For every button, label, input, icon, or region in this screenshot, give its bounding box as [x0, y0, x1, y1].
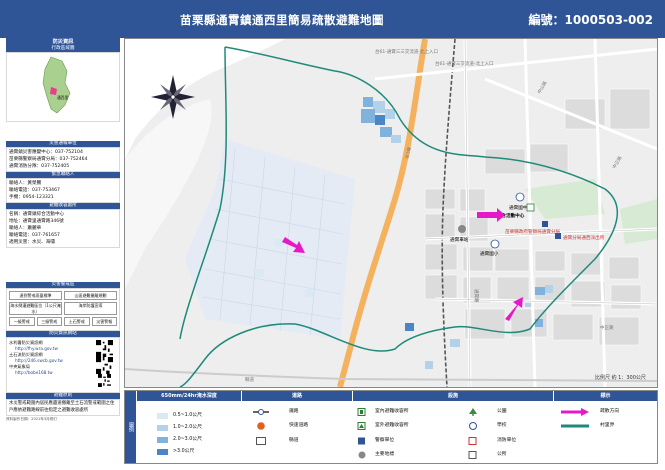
contact-item: 苗栗縣警察局通霄分局：037-752464 — [9, 157, 88, 162]
outdoor-shelter-icon — [357, 422, 366, 430]
flood-class: 1.0~2.0公尺 — [173, 425, 202, 430]
village-boundary-icon — [561, 424, 589, 428]
shelter-item: 適用災害：水災、海嘯 — [9, 240, 55, 245]
township-shape-icon — [42, 56, 71, 114]
police-icon — [358, 437, 365, 445]
facility-item: 公園 — [497, 409, 507, 414]
facility-item: 主要地標 — [375, 452, 395, 457]
facility-item: 消防單位 — [497, 438, 517, 443]
qr-code-icon — [96, 357, 113, 374]
road-label: 中正路 — [600, 324, 614, 331]
map-page: 苗栗縣通霄鎮通西里簡易疏散避難地圖 編號：1000503-002 防災資訊 行政… — [0, 0, 665, 470]
links-box: 水利署防災資訊網 http://fhy.wra.gov.tw 土石流防災資訊網 … — [6, 337, 120, 393]
landmark-icon — [358, 451, 366, 459]
township-office-icon — [468, 451, 477, 459]
warning-cell: 海水倒灌避難區位（1公尺淹水） — [9, 302, 62, 315]
road-legend-title: 道路 — [242, 391, 352, 401]
school-icon — [469, 422, 477, 430]
page-title: 苗栗縣通霄鎮通西里簡易疏散避難地圖 — [180, 13, 384, 27]
shelter-item: 聯絡電話：037-761657 — [9, 233, 60, 238]
warning-cell: 海岸防護宣導 — [64, 302, 117, 315]
disaster-info-heading: 防災資訊 — [6, 38, 120, 46]
qr-code-icon — [98, 374, 111, 387]
park-icon — [469, 408, 477, 416]
facility-legend-title: 設施 — [353, 391, 553, 401]
road-label: 台61-通霄三三交流道-北上入口 — [375, 48, 438, 55]
road-label: 通霄路 — [473, 289, 480, 303]
facility-item: 學校 — [497, 423, 507, 428]
county-road-icon — [256, 437, 266, 445]
facility-item: 公所 — [497, 452, 507, 457]
flood-legend-title: 650mm/24hr淹水深度 — [137, 391, 241, 401]
map-frame[interactable]: 台61-通霄三三交流道-北上入口 台61-通霄三交流道-北上入口 中山路 中正路… — [124, 38, 658, 388]
road-item: 快速道路 — [289, 423, 309, 428]
warning-cell: 災害警報 — [91, 317, 117, 326]
footnote: 資料製作日期：2021年3月修訂 — [6, 417, 57, 421]
scale-label: 比例尺 約 1：300公尺 — [595, 374, 646, 381]
mark-legend-title: 標示 — [554, 391, 657, 401]
svg-text:苗栗縣政府警察局通霄分局: 苗栗縣政府警察局通霄分局 — [505, 228, 561, 235]
flood-class: 0.5~1.0公尺 — [173, 413, 202, 418]
map-canvas[interactable]: 台61-通霄三三交流道-北上入口 台61-通霄三交流道-北上入口 中山路 中正路… — [125, 39, 657, 387]
contact-item: 通霄鎮災害應變中心：037-752104 — [9, 150, 83, 155]
facility-item: 室內避難收容所 — [375, 409, 409, 414]
warning-cell: 一級警戒 — [9, 317, 35, 326]
railway-icon — [253, 409, 269, 415]
road-item: 鐵路 — [289, 409, 299, 414]
flood-class: >3.0公尺 — [173, 449, 195, 454]
map-code: 編號：1000503-002 — [528, 13, 653, 27]
mark-item: 村里界 — [600, 423, 615, 428]
svg-text:通霄國中: 通霄國中 — [509, 204, 528, 211]
evacuation-note: 水災警戒範圍內居民應盡速撤離至土石流警戒範圍之住戶應依避難路線前往指定之避難收容… — [6, 399, 120, 416]
warning-cell: 山區避難撤離規劃 — [64, 291, 117, 300]
warning-cell: 達到警戒雨量標準 — [9, 291, 62, 300]
location-label: 通西里 — [57, 95, 69, 100]
svg-text:通霄車站: 通霄車站 — [450, 236, 469, 243]
qr-code-icon — [96, 340, 113, 357]
fire-station-icon — [468, 437, 477, 445]
person-item: 聯絡電話：037-753467 — [9, 188, 60, 193]
legend: 圖例 650mm/24hr淹水深度 道路 設施 標示 0.5~1.0公尺 1.0… — [124, 390, 658, 464]
header-bar: 苗栗縣通霄鎮通西里簡易疏散避難地圖 編號：1000503-002 — [0, 0, 665, 38]
person-list: 聯絡人：黃榮騰 聯絡電話：037-753467 手機：0954-123321 — [6, 178, 120, 203]
facility-item: 室外避難收容所 — [375, 423, 409, 428]
sidebar: 防災資訊 行政區域圖 通西里 災害通報單位 通霄鎮災害應變中心：037-7521… — [6, 38, 120, 470]
road-item: 縣道 — [289, 438, 299, 443]
person-item: 聯絡人：黃榮騰 — [9, 181, 42, 186]
flood-class: 2.0~3.0公尺 — [173, 437, 202, 442]
expressway-icon — [257, 422, 265, 430]
road-label: 縣道 — [245, 376, 254, 383]
facility-item: 警察單位 — [375, 438, 395, 443]
legend-side-title: 圖例 — [125, 391, 136, 463]
svg-text:通霄分局通西派出所: 通霄分局通西派出所 — [563, 234, 605, 241]
contact-item: 通霄消防分隊：037-752405 — [9, 164, 70, 169]
indoor-shelter-icon — [357, 408, 366, 416]
warning-cell: 土石警戒 — [64, 317, 90, 326]
flood-swatch — [157, 437, 168, 443]
road-label: 台61-通霄三交流道-北上入口 — [435, 60, 493, 67]
location-map: 通西里 — [6, 52, 120, 122]
shelter-item: 聯絡人：蕭麗華 — [9, 226, 42, 231]
person-item: 手機：0954-123321 — [9, 195, 54, 200]
shelter-list: 名稱：通霄鎮綜合活動中心 地址：通霄里通霄路346號 聯絡人：蕭麗華 聯絡電話：… — [6, 209, 120, 248]
flood-swatch — [157, 413, 168, 419]
shelter-item: 名稱：通霄鎮綜合活動中心 — [9, 212, 65, 217]
warning-cell: 三級警戒 — [36, 317, 62, 326]
evacuation-direction-icon — [561, 408, 589, 416]
warning-table: 達到警戒雨量標準 山區避難撤離規劃 海水倒灌避難區位（1公尺淹水） 海岸防護宣導… — [6, 288, 120, 331]
flood-swatch — [157, 425, 168, 431]
shelter-item: 地址：通霄里通霄路346號 — [9, 219, 64, 224]
mark-item: 疏散方向 — [600, 409, 620, 414]
contact-list: 通霄鎮災害應變中心：037-752104 苗栗縣警察局通霄分局：037-7524… — [6, 147, 120, 172]
svg-text:通霄國小: 通霄國小 — [480, 250, 499, 257]
flood-swatch — [157, 449, 168, 455]
